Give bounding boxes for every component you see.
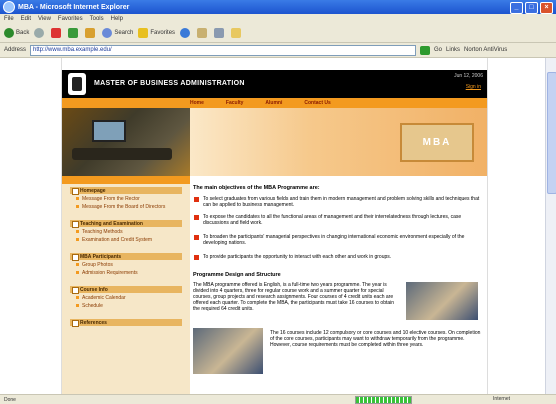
- print-button[interactable]: [214, 27, 226, 39]
- programme-heading: Programme Design and Structure: [193, 272, 281, 278]
- status-text: Done: [4, 396, 16, 403]
- top-nav-bar: Home Faculty Alumni Contact Us: [62, 98, 487, 108]
- nav-home[interactable]: Home: [190, 100, 204, 106]
- address-input[interactable]: http://www.mba.example.edu/: [30, 44, 417, 56]
- menu-view[interactable]: View: [38, 16, 51, 22]
- menu-edit[interactable]: Edit: [21, 16, 31, 22]
- sidebar-item[interactable]: Group Photos: [76, 262, 182, 268]
- site-header: MASTER OF BUSINESS ADMINISTRATION Jun 12…: [62, 70, 487, 98]
- home-button[interactable]: [85, 27, 97, 39]
- sidebar: Homepage Message From the Rector Message…: [62, 184, 190, 394]
- minimize-button[interactable]: _: [510, 2, 523, 14]
- forward-button[interactable]: [34, 27, 46, 39]
- mba-sign: MBA: [400, 123, 474, 162]
- classroom-photo: [62, 108, 190, 176]
- links-button[interactable]: Links: [446, 47, 460, 53]
- bullet-icon: [194, 215, 199, 220]
- bullet-icon: [194, 197, 199, 202]
- objective-item: To expose the candidates to all the func…: [194, 214, 484, 226]
- menu-file[interactable]: File: [4, 16, 14, 22]
- objective-item: To broaden the participants' managerial …: [194, 234, 484, 246]
- objective-item: To provide participants the opportunity …: [194, 254, 484, 260]
- go-button[interactable]: [420, 45, 431, 55]
- back-button[interactable]: Back: [4, 27, 29, 39]
- sidebar-head-participants[interactable]: MBA Participants: [70, 253, 182, 261]
- sidebar-item[interactable]: Examination and Credit System: [76, 237, 182, 243]
- sidebar-item[interactable]: Schedule: [76, 303, 182, 309]
- print-icon: [214, 28, 225, 38]
- sidebar-head-references[interactable]: References: [70, 319, 182, 327]
- site-title: MASTER OF BUSINESS ADMINISTRATION: [94, 80, 245, 87]
- browser-viewport: MASTER OF BUSINESS ADMINISTRATION Jun 12…: [0, 58, 545, 394]
- students-photo: [193, 328, 263, 374]
- folder-icon: [231, 28, 242, 38]
- bullet-icon: [194, 235, 199, 240]
- nav-faculty[interactable]: Faculty: [226, 100, 244, 106]
- back-arrow-icon: [4, 28, 14, 38]
- star-icon: [138, 28, 149, 38]
- sidebar-head-teaching[interactable]: Teaching and Examination: [70, 220, 182, 228]
- sidebar-item[interactable]: Message From the Board of Directors: [76, 204, 182, 210]
- address-bar: Address http://www.mba.example.edu/ Go L…: [0, 43, 556, 58]
- bullet-icon: [194, 255, 199, 260]
- toolbar: Back Search Favorites: [0, 24, 556, 43]
- close-button[interactable]: ×: [540, 2, 553, 14]
- stop-icon: [51, 28, 62, 38]
- favorites-button[interactable]: Favorites: [138, 27, 175, 39]
- web-page: MASTER OF BUSINESS ADMINISTRATION Jun 12…: [61, 58, 488, 394]
- sidebar-item[interactable]: Admission Requirements: [76, 270, 182, 276]
- sidebar-head-homepage[interactable]: Homepage: [70, 187, 182, 195]
- programme-paragraph: The MBA programme offered is English, is…: [193, 282, 395, 312]
- hero-banner: MBA: [190, 108, 487, 176]
- sidebar-item[interactable]: Message From the Rector: [76, 196, 182, 202]
- mail-icon: [197, 28, 208, 38]
- sidebar-item[interactable]: Teaching Methods: [76, 229, 182, 235]
- refresh-icon: [68, 28, 79, 38]
- nav-contact[interactable]: Contact Us: [304, 100, 330, 106]
- search-icon: [102, 28, 113, 38]
- go-label: Go: [434, 47, 443, 53]
- main-content: The main objectives of the MBA Programme…: [190, 182, 487, 394]
- ie-icon: [3, 1, 15, 13]
- mail-button[interactable]: [197, 27, 209, 39]
- signin-link[interactable]: Sign in: [466, 84, 481, 90]
- classroom-photo-2: [406, 282, 478, 320]
- sidebar-head-course-info[interactable]: Course Info: [70, 286, 182, 294]
- media-button[interactable]: [180, 27, 192, 39]
- vertical-scrollbar[interactable]: [545, 58, 556, 394]
- menu-help[interactable]: Help: [111, 16, 123, 22]
- header-date: Jun 12, 2006: [454, 73, 483, 79]
- folder-button[interactable]: [231, 27, 243, 39]
- window-titlebar: MBA - Microsoft Internet Explorer _ □ ×: [0, 0, 556, 14]
- security-zone: Internet: [493, 396, 510, 402]
- home-icon: [85, 28, 96, 38]
- objectives-heading: The main objectives of the MBA Programme…: [193, 185, 320, 191]
- norton-button[interactable]: Norton AntiVirus: [464, 47, 507, 53]
- stop-button[interactable]: [51, 27, 63, 39]
- menu-favorites[interactable]: Favorites: [58, 16, 83, 22]
- menu-tools[interactable]: Tools: [90, 16, 104, 22]
- maximize-button[interactable]: □: [525, 2, 538, 14]
- menu-bar: File Edit View Favorites Tools Help: [0, 14, 556, 24]
- search-button[interactable]: Search: [102, 27, 133, 39]
- address-label: Address: [4, 47, 27, 53]
- sidebar-item[interactable]: Academic Calendar: [76, 295, 182, 301]
- university-logo: [68, 73, 86, 95]
- objective-item: To select graduates from various fields …: [194, 196, 484, 208]
- scroll-thumb[interactable]: [547, 72, 556, 194]
- forward-arrow-icon: [34, 28, 45, 38]
- courses-paragraph: The 16 courses include 12 compulsory or …: [270, 330, 481, 348]
- media-icon: [180, 28, 191, 38]
- nav-alumni[interactable]: Alumni: [265, 100, 282, 106]
- window-title: MBA - Microsoft Internet Explorer: [18, 3, 130, 11]
- refresh-button[interactable]: [68, 27, 80, 39]
- sidebar-top-bar: [62, 176, 190, 184]
